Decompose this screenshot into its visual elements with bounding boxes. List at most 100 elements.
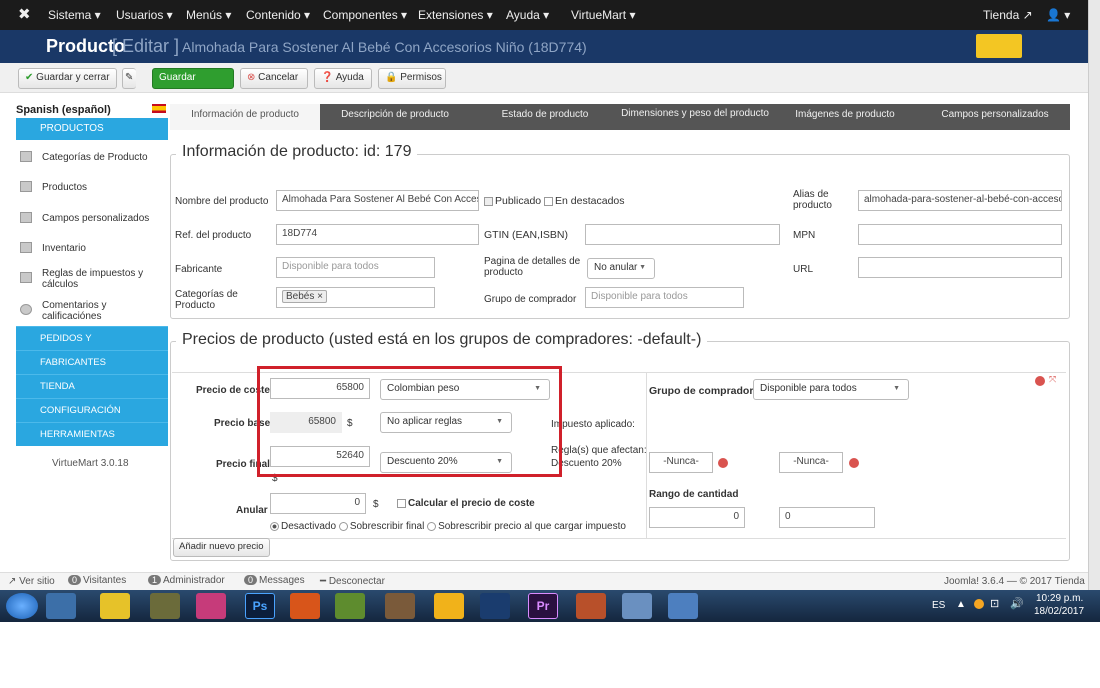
help-button[interactable]: ❓ Ayuda — [314, 68, 372, 89]
language-indicator[interactable]: ES — [932, 600, 945, 611]
tab-descripcion[interactable]: Descripción de producto — [320, 104, 470, 130]
sidebar-head-configuracion[interactable]: CONFIGURACIÓN — [16, 398, 168, 422]
tab-imagenes[interactable]: Imágenes de producto — [770, 104, 920, 130]
network-icon[interactable]: ⊡ — [990, 597, 999, 610]
menu-extensiones[interactable]: Extensiones ▾ — [418, 8, 493, 22]
volume-icon[interactable]: 🔊 — [1010, 597, 1024, 610]
page-title-bar: Producto [ Editar ] Almohada Para Sosten… — [0, 30, 1088, 63]
media-player-icon[interactable] — [434, 593, 464, 619]
view-site-link[interactable]: ↗ Ver sitio — [8, 576, 55, 587]
user-menu[interactable]: 👤 ▾ — [1046, 8, 1070, 22]
product-name-input[interactable]: Almohada Para Sostener Al Bebé Con Acces… — [276, 190, 479, 211]
mpn-input[interactable] — [858, 224, 1062, 245]
categories-input[interactable]: Bebés × — [276, 287, 435, 308]
window-icon[interactable] — [668, 593, 698, 619]
alias-input[interactable]: almohada-para-sostener-al-bebé-con-acces… — [858, 190, 1062, 211]
option-tax[interactable]: Sobrescribir precio al que cargar impues… — [427, 521, 626, 532]
published-checkbox[interactable]: Publicado En destacados — [484, 196, 625, 207]
sidebar-item-comentarios[interactable]: Comentarios y calificaciónes — [16, 300, 168, 322]
menu-contenido[interactable]: Contenido ▾ — [246, 8, 310, 22]
sidebar-item-categorias[interactable]: Categorías de Producto — [16, 151, 168, 163]
buyer-group-value: Disponible para todos — [760, 383, 857, 394]
detail-page-select[interactable]: No anular ▼ — [587, 258, 655, 279]
qty-from-input[interactable]: 0 — [649, 507, 745, 528]
tab-estado[interactable]: Estado de producto — [470, 104, 620, 130]
user-menu-caret: ▾ — [1064, 8, 1071, 22]
calc-cost-checkbox[interactable]: Calcular el precio de coste — [397, 498, 535, 509]
permissions-button[interactable]: 🔒 Permisos — [378, 68, 446, 89]
tienda-link[interactable]: Tienda ↗ — [983, 8, 1033, 22]
qty-to-input[interactable]: 0 — [779, 507, 875, 528]
tray-arrow-icon[interactable]: ▲ — [956, 599, 966, 610]
sidebar-item-inventario[interactable]: Inventario — [16, 242, 168, 254]
menu-virtuemart[interactable]: VirtueMart ▾ — [571, 8, 636, 22]
clock-date[interactable]: 18/02/2017 — [1034, 606, 1084, 617]
spain-flag-icon[interactable] — [152, 104, 166, 113]
paint-icon[interactable] — [290, 593, 320, 619]
calc-cost-label: Calcular el precio de coste — [408, 498, 535, 509]
save-button[interactable]: Guardar — [152, 68, 234, 89]
move-icon[interactable]: ⤧ — [1049, 374, 1056, 385]
start-button-icon[interactable] — [6, 593, 38, 619]
paint-palette-icon[interactable] — [622, 593, 652, 619]
published-label: Publicado — [495, 195, 542, 207]
messages-info[interactable]: 0 Messages — [244, 575, 305, 586]
highlight-box — [257, 366, 562, 477]
menu-componentes[interactable]: Componentes ▾ — [323, 8, 407, 22]
clock-time[interactable]: 10:29 p.m. — [1036, 593, 1083, 604]
sidebar-head-label: HERRAMIENTAS — [40, 429, 115, 440]
sidebar-head-tienda[interactable]: TIENDA — [16, 374, 168, 398]
comment-icon — [20, 304, 32, 315]
file-manager-icon[interactable] — [100, 593, 130, 619]
tab-dimensiones[interactable]: Dimensiones y peso del producto — [620, 104, 770, 130]
category-tag[interactable]: Bebés × — [282, 290, 327, 303]
date-from-input[interactable]: -Nunca- — [649, 452, 713, 473]
sidebar-item-reglas[interactable]: Reglas de impuestos y cálculos — [16, 268, 168, 290]
notepad-icon[interactable] — [150, 593, 180, 619]
external-link-icon: ↗ — [8, 576, 17, 587]
photoshop-icon[interactable]: Ps — [245, 593, 275, 619]
paint-net-icon[interactable] — [576, 593, 606, 619]
app-icon[interactable] — [196, 593, 226, 619]
sidebar-head-productos[interactable]: PRODUCTOS — [16, 118, 168, 140]
joomla-logo-icon[interactable]: ✖ — [18, 5, 31, 23]
tab-campos[interactable]: Campos personalizados — [920, 104, 1070, 130]
url-input[interactable] — [858, 257, 1062, 278]
add-price-button[interactable]: Añadir nuevo precio — [173, 538, 270, 557]
clear-date-to-icon[interactable] — [849, 458, 859, 468]
gtin-input[interactable] — [585, 224, 780, 245]
menu-menus[interactable]: Menús ▾ — [186, 8, 231, 22]
paint-brush-icon[interactable] — [335, 593, 365, 619]
delete-price-icon[interactable] — [1035, 376, 1045, 386]
sidebar-item-productos[interactable]: Productos — [16, 181, 168, 193]
buyer-group-select[interactable]: Disponible para todos ▼ — [753, 379, 909, 400]
menu-sistema[interactable]: Sistema ▾ — [48, 8, 101, 22]
tray-app-icon[interactable] — [974, 599, 984, 609]
group-select[interactable]: Disponible para todos — [585, 287, 744, 308]
menu-usuarios[interactable]: Usuarios ▾ — [116, 8, 173, 22]
sidebar-head-fabricantes[interactable]: FABRICANTES — [16, 350, 168, 374]
ref-input[interactable]: 18D774 — [276, 224, 479, 245]
menu-ayuda[interactable]: Ayuda ▾ — [506, 8, 549, 22]
date-to-input[interactable]: -Nunca- — [779, 452, 843, 473]
cancel-button[interactable]: ⊗ Cancelar — [240, 68, 308, 89]
page-scrollbar[interactable] — [1088, 0, 1100, 590]
clear-date-from-icon[interactable] — [718, 458, 728, 468]
save-new-button[interactable]: ✎ — [122, 68, 136, 89]
logout-link[interactable]: ━ Desconectar — [320, 576, 385, 587]
tab-informacion[interactable]: Información de producto — [170, 104, 320, 130]
lock-icon: 🔒 — [385, 72, 398, 83]
maker-select[interactable]: Disponible para todos — [276, 257, 435, 278]
option-disabled[interactable]: Desactivado — [270, 521, 336, 532]
dolphin-icon[interactable] — [480, 593, 510, 619]
save-close-button[interactable]: ✔ Guardar y cerrar — [18, 68, 117, 89]
override-input[interactable]: 0 — [270, 493, 366, 514]
featured-checkbox[interactable] — [544, 196, 554, 206]
sidebar-head-pedidos[interactable]: PEDIDOS Y — [16, 326, 168, 350]
premiere-icon[interactable]: Pr — [528, 593, 558, 619]
game-icon[interactable] — [385, 593, 415, 619]
sidebar-head-herramientas[interactable]: HERRAMIENTAS — [16, 422, 168, 446]
sidebar-item-campos[interactable]: Campos personalizados — [16, 212, 168, 224]
chrome-icon[interactable] — [46, 593, 76, 619]
option-final[interactable]: Sobrescribir final — [338, 521, 424, 532]
